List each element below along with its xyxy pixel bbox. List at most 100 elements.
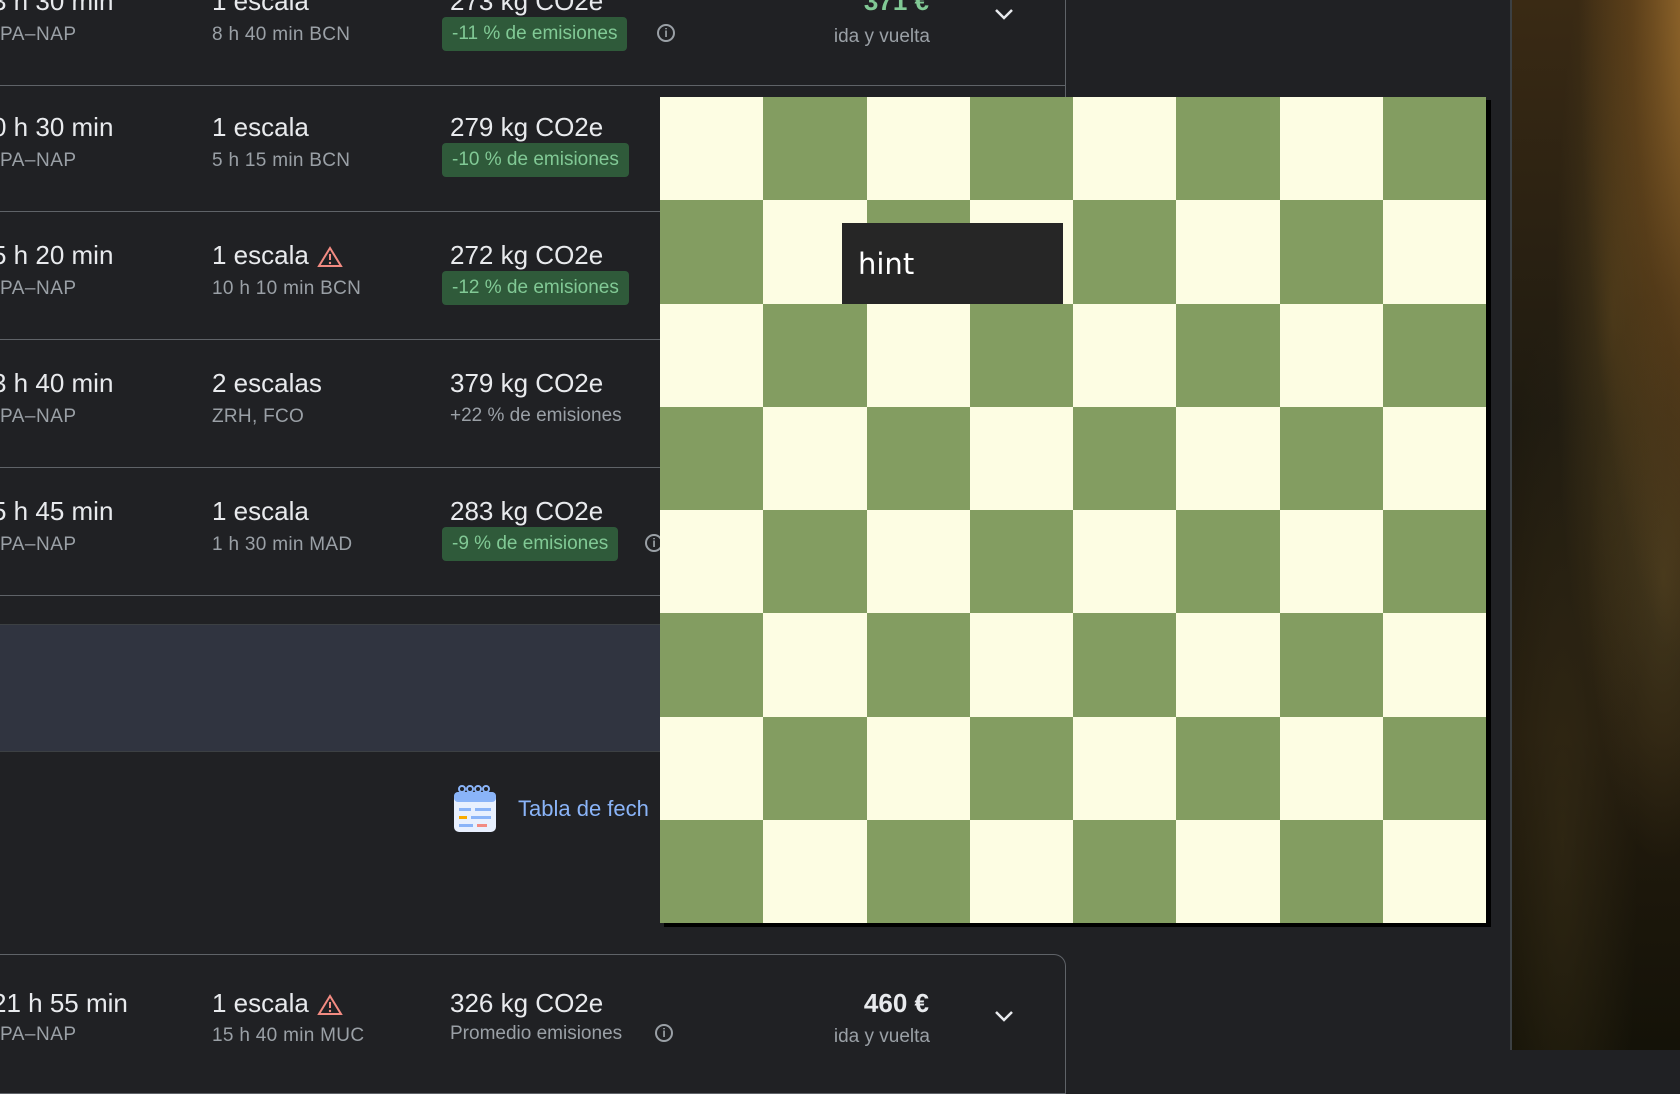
board-square[interactable]: [1382, 303, 1486, 407]
board-square[interactable]: [1176, 200, 1280, 304]
board-square[interactable]: [866, 510, 970, 614]
flight-co2: 279 kg CO2e: [450, 112, 604, 142]
board-square[interactable]: [866, 716, 970, 820]
board-square[interactable]: [1073, 200, 1177, 304]
board-square[interactable]: [969, 716, 1073, 820]
hint-button[interactable]: hint: [842, 223, 1063, 304]
chevron-down-icon[interactable]: [992, 2, 1016, 26]
flight-stops-label: 1 escala: [212, 112, 309, 142]
flight-duration: 3 h 40 min: [0, 368, 114, 398]
board-square[interactable]: [660, 613, 764, 717]
board-square[interactable]: [763, 97, 867, 201]
board-square[interactable]: [1073, 716, 1177, 820]
flight-stops-label: 2 escalas: [212, 368, 322, 398]
board-square[interactable]: [1279, 613, 1383, 717]
board-square[interactable]: [1176, 716, 1280, 820]
board-square[interactable]: [660, 200, 764, 304]
flight-duration: 21 h 55 min: [0, 988, 128, 1018]
board-square[interactable]: [660, 510, 764, 614]
chessboard[interactable]: [660, 97, 1486, 923]
board-square[interactable]: [1073, 406, 1177, 510]
board-square[interactable]: [660, 819, 764, 923]
emissions-label: +22 % de emisiones: [450, 405, 622, 426]
board-square[interactable]: [1073, 510, 1177, 614]
flight-stops-label: 1 escala: [212, 240, 309, 270]
board-square[interactable]: [969, 303, 1073, 407]
board-square[interactable]: [1279, 510, 1383, 614]
board-square[interactable]: [660, 97, 764, 201]
flight-layover: 1 h 30 min MAD: [212, 534, 353, 555]
board-square[interactable]: [763, 510, 867, 614]
board-square[interactable]: [1176, 303, 1280, 407]
board-square[interactable]: [1176, 819, 1280, 923]
board-square[interactable]: [660, 303, 764, 407]
flight-co2: 326 kg CO2e: [450, 988, 604, 1018]
flight-row[interactable]: 3 h 30 min PA–NAP 1 escala 8 h 40 min BC…: [0, 0, 1066, 86]
emissions-badge: -11 % de emisiones: [442, 17, 628, 51]
board-square[interactable]: [1176, 613, 1280, 717]
board-square[interactable]: [763, 303, 867, 407]
flight-price: 371 €: [863, 0, 929, 16]
flight-stops: 1 escala: [212, 988, 343, 1019]
board-square[interactable]: [1382, 819, 1486, 923]
board-square[interactable]: [763, 406, 867, 510]
warning-icon: [317, 246, 343, 268]
board-square[interactable]: [1073, 97, 1177, 201]
flight-stops-label: 1 escala: [212, 496, 309, 526]
flight-duration: 0 h 30 min: [0, 112, 114, 142]
flight-stops: 1 escala: [212, 0, 309, 17]
board-square[interactable]: [660, 406, 764, 510]
emissions-badge: -10 % de emisiones: [442, 143, 629, 177]
board-square[interactable]: [1073, 303, 1177, 407]
board-square[interactable]: [1279, 716, 1383, 820]
board-square[interactable]: [660, 716, 764, 820]
board-square[interactable]: [969, 613, 1073, 717]
flight-duration: 5 h 45 min: [0, 496, 114, 526]
board-square[interactable]: [866, 406, 970, 510]
board-square[interactable]: [969, 819, 1073, 923]
flight-route: PA–NAP: [0, 278, 77, 299]
board-square[interactable]: [1382, 613, 1486, 717]
flight-stops: 1 escala: [212, 496, 309, 527]
board-square[interactable]: [1279, 819, 1383, 923]
board-square[interactable]: [1279, 406, 1383, 510]
board-square[interactable]: [763, 716, 867, 820]
board-square[interactable]: [1382, 406, 1486, 510]
trip-type: ida y vuelta: [833, 26, 930, 47]
board-square[interactable]: [969, 97, 1073, 201]
flight-stops: 2 escalas: [212, 368, 322, 399]
flight-layover: 15 h 40 min MUC: [212, 1025, 365, 1046]
board-square[interactable]: [969, 406, 1073, 510]
flight-stops-label: 1 escala: [212, 988, 309, 1018]
hint-label: hint: [858, 247, 915, 281]
board-square[interactable]: [1279, 303, 1383, 407]
board-square[interactable]: [866, 97, 970, 201]
board-square[interactable]: [1382, 510, 1486, 614]
board-square[interactable]: [866, 303, 970, 407]
info-icon[interactable]: i: [655, 1024, 673, 1042]
board-square[interactable]: [1382, 716, 1486, 820]
board-square[interactable]: [1176, 406, 1280, 510]
board-square[interactable]: [1073, 613, 1177, 717]
date-grid-link[interactable]: Tabla de fech: [452, 784, 649, 834]
info-icon[interactable]: i: [657, 24, 675, 42]
board-square[interactable]: [763, 819, 867, 923]
board-square[interactable]: [1176, 510, 1280, 614]
board-square[interactable]: [1382, 200, 1486, 304]
board-square[interactable]: [1176, 97, 1280, 201]
board-square[interactable]: [763, 613, 867, 717]
flight-co2: 283 kg CO2e: [450, 496, 604, 526]
board-square[interactable]: [1279, 200, 1383, 304]
board-square[interactable]: [1279, 97, 1383, 201]
board-square[interactable]: [969, 510, 1073, 614]
date-grid-label: Tabla de fech: [518, 796, 649, 821]
flight-layover: 10 h 10 min BCN: [212, 278, 362, 299]
flight-row[interactable]: 21 h 55 min PA–NAP 1 escala 15 h 40 min …: [0, 960, 1066, 1088]
chevron-down-icon[interactable]: [992, 1004, 1016, 1028]
flight-layover: 5 h 15 min BCN: [212, 150, 351, 171]
emissions-badge: -9 % de emisiones: [442, 527, 619, 561]
board-square[interactable]: [1382, 97, 1486, 201]
board-square[interactable]: [1073, 819, 1177, 923]
board-square[interactable]: [866, 819, 970, 923]
board-square[interactable]: [866, 613, 970, 717]
